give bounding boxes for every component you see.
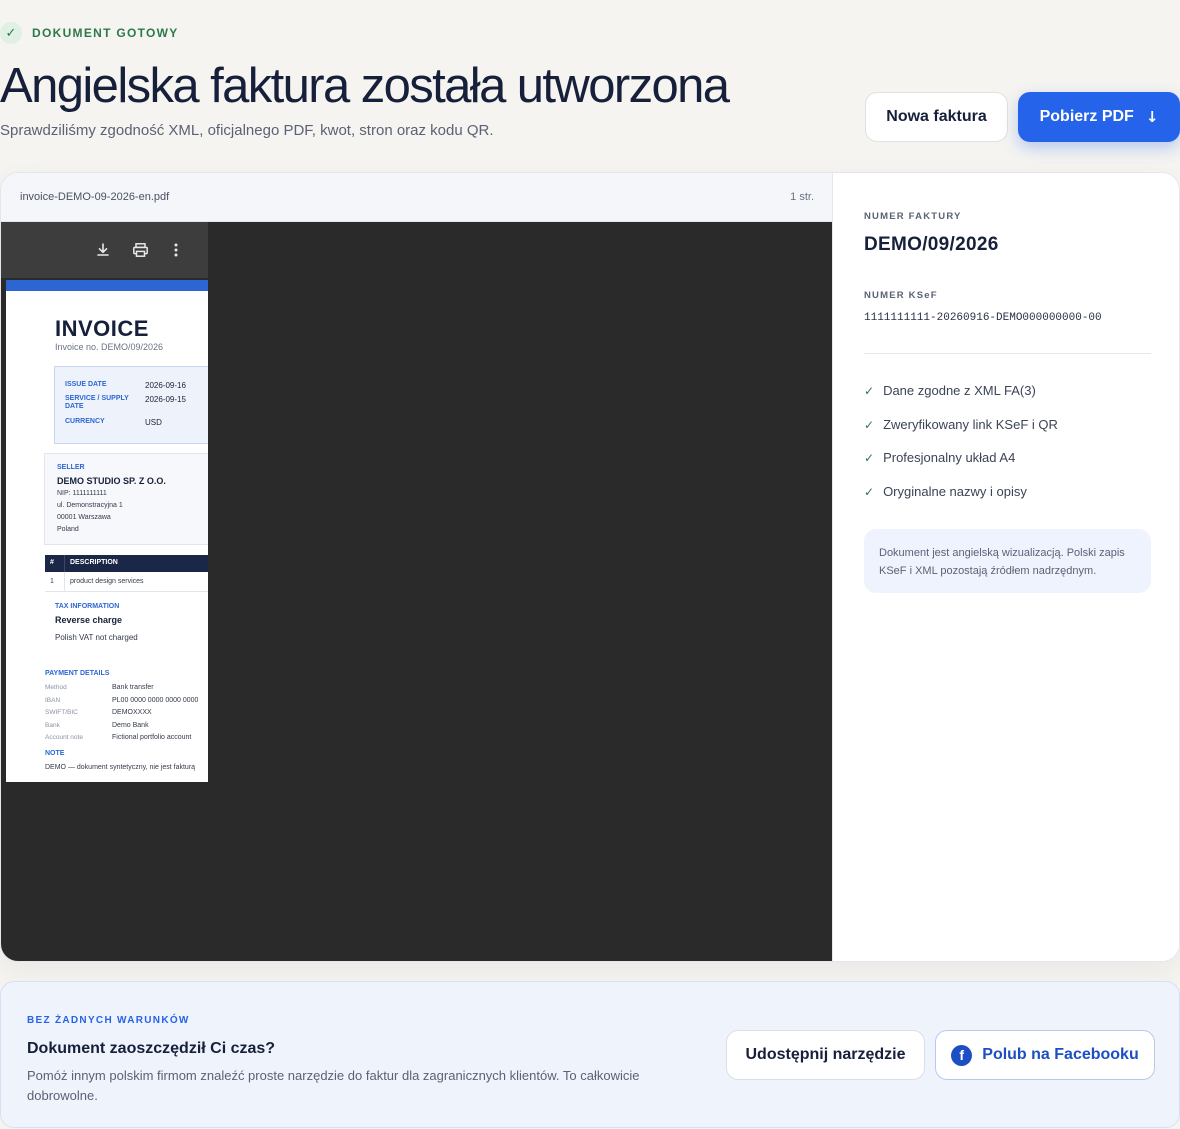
seller-box: SELLER DEMO STUDIO SP. Z O.O. NIP: 11111… — [44, 453, 208, 545]
check-icon: ✓ — [0, 22, 22, 44]
share-kicker: BEZ ŻADNYCH WARUNKÓW — [27, 1015, 190, 1026]
payment-key: Method — [45, 684, 67, 691]
pdf-page: INVOICE Invoice no. DEMO/09/2026 ISSUE D… — [6, 280, 208, 782]
invoice-accent-bar — [6, 280, 208, 291]
more-vertical-icon[interactable] — [166, 240, 186, 260]
share-card: BEZ ŻADNYCH WARUNKÓW Dokument zaoszczędz… — [0, 981, 1180, 1128]
seller-line: ul. Demonstracyjna 1 — [57, 502, 123, 509]
check-icon: ✓ — [864, 383, 875, 398]
share-tool-button[interactable]: Udostępnij narzędzie — [726, 1030, 925, 1080]
print-icon[interactable] — [130, 240, 150, 260]
payment-value: PL00 0000 0000 0000 0000 — [112, 697, 199, 704]
download-icon[interactable] — [93, 240, 113, 260]
seller-line: 00001 Warszawa — [57, 514, 111, 521]
check-icon: ✓ — [864, 484, 875, 499]
facebook-like-button[interactable]: f Polub na Facebooku — [935, 1030, 1155, 1080]
tax-note: Polish VAT not charged — [55, 633, 138, 642]
row-description: product design services — [70, 578, 144, 585]
status-badge: ✓ DOKUMENT GOTOWY — [0, 22, 179, 44]
pdf-preview-panel: invoice-DEMO-09-2026-en.pdf 1 str. INVOI… — [1, 173, 832, 961]
check-list-item: ✓ Dane zgodne z XML FA(3) — [864, 383, 1036, 398]
column-divider — [64, 555, 65, 572]
column-header: DESCRIPTION — [70, 559, 118, 566]
share-tool-label: Udostępnij narzędzie — [745, 1046, 906, 1063]
meta-label: ISSUE DATE — [65, 381, 107, 388]
page-subtitle: Sprawdziliśmy zgodność XML, oficjalnego … — [0, 122, 494, 139]
tax-title: Reverse charge — [55, 615, 123, 625]
check-list-item: ✓ Profesjonalny układ A4 — [864, 450, 1015, 465]
page-title: Angielska faktura została utworzona — [0, 59, 730, 113]
payment-value: Fictional portfolio account — [112, 734, 192, 741]
facebook-icon: f — [951, 1044, 973, 1066]
column-header: # — [50, 559, 54, 566]
check-icon: ✓ — [864, 417, 875, 432]
check-label: Profesjonalny układ A4 — [883, 450, 1016, 465]
seller-name: DEMO STUDIO SP. Z O.O. — [57, 476, 166, 486]
table-row: 1 product design services — [45, 572, 208, 592]
divider — [864, 353, 1151, 354]
row-number: 1 — [50, 578, 54, 585]
result-card: invoice-DEMO-09-2026-en.pdf 1 str. INVOI… — [0, 172, 1180, 962]
meta-label: SERVICE / SUPPLY DATE — [65, 395, 129, 410]
new-invoice-label: Nowa faktura — [886, 108, 987, 125]
payment-key: IBAN — [45, 697, 61, 704]
payment-key: Account note — [45, 734, 83, 741]
share-title: Dokument zaoszczędził Ci czas? — [27, 1040, 276, 1057]
invoice-summary-panel: NUMER FAKTURY DEMO/09/2026 NUMER KSeF 11… — [832, 173, 1179, 961]
info-note: Dokument jest angielską wizualizacją. Po… — [864, 529, 1151, 593]
tax-label: TAX INFORMATION — [55, 603, 120, 610]
seller-label: SELLER — [57, 464, 85, 471]
check-label: Zweryfikowany link KSeF i QR — [883, 417, 1058, 432]
ksef-number-label: NUMER KSeF — [864, 290, 938, 301]
pdf-filename: invoice-DEMO-09-2026-en.pdf — [20, 191, 170, 203]
pdf-viewer[interactable]: INVOICE Invoice no. DEMO/09/2026 ISSUE D… — [1, 222, 832, 961]
facebook-like-label: Polub na Facebooku — [982, 1046, 1139, 1063]
invoice-number-label: NUMER FAKTURY — [864, 211, 962, 222]
share-description: Pomóż innym polskim firmom znaleźć prost… — [27, 1068, 640, 1103]
pdf-page-count: 1 str. — [790, 191, 814, 203]
check-list-item: ✓ Oryginalne nazwy i opisy — [864, 484, 1027, 499]
payment-key: Bank — [45, 722, 60, 729]
seller-line: NIP: 1111111111 — [57, 490, 107, 497]
payment-label: PAYMENT DETAILS — [45, 670, 110, 677]
check-icon: ✓ — [864, 450, 875, 465]
check-list-item: ✓ Zweryfikowany link KSeF i QR — [864, 417, 1058, 432]
payment-key: SWIFT/BIC — [45, 709, 78, 716]
items-table-header: # DESCRIPTION — [45, 555, 208, 572]
column-divider — [64, 572, 65, 592]
check-label: Dane zgodne z XML FA(3) — [883, 383, 1036, 398]
invoice-heading: INVOICE — [55, 316, 149, 341]
meta-label: CURRENCY — [65, 418, 105, 425]
meta-value: USD — [145, 418, 162, 427]
check-label: Oryginalne nazwy i opisy — [883, 484, 1027, 499]
payment-value: Demo Bank — [112, 722, 149, 729]
payment-value: Bank transfer — [112, 684, 154, 691]
pdf-toolbar — [1, 222, 208, 278]
new-invoice-button[interactable]: Nowa faktura — [865, 92, 1008, 142]
note-text: DEMO — dokument syntetyczny, nie jest fa… — [45, 764, 196, 771]
status-text: DOKUMENT GOTOWY — [32, 26, 179, 40]
download-pdf-button[interactable]: Pobierz PDF ↓ — [1018, 92, 1180, 142]
invoice-meta-box: ISSUE DATE 2026-09-16 SERVICE / SUPPLY D… — [54, 366, 208, 444]
ksef-number: 1111111111-20260916-DEMO000000000-00 — [864, 312, 1102, 324]
preview-header: invoice-DEMO-09-2026-en.pdf 1 str. — [1, 173, 832, 222]
invoice-number: DEMO/09/2026 — [864, 234, 999, 255]
note-label: NOTE — [45, 750, 65, 757]
seller-line: Poland — [57, 526, 79, 533]
download-pdf-label: Pobierz PDF — [1039, 108, 1134, 125]
meta-value: 2026-09-15 — [145, 395, 186, 404]
meta-value: 2026-09-16 — [145, 381, 186, 390]
invoice-number-line: Invoice no. DEMO/09/2026 — [55, 342, 164, 352]
payment-value: DEMOXXXX — [112, 709, 152, 716]
arrow-down-icon: ↓ — [1145, 108, 1159, 126]
